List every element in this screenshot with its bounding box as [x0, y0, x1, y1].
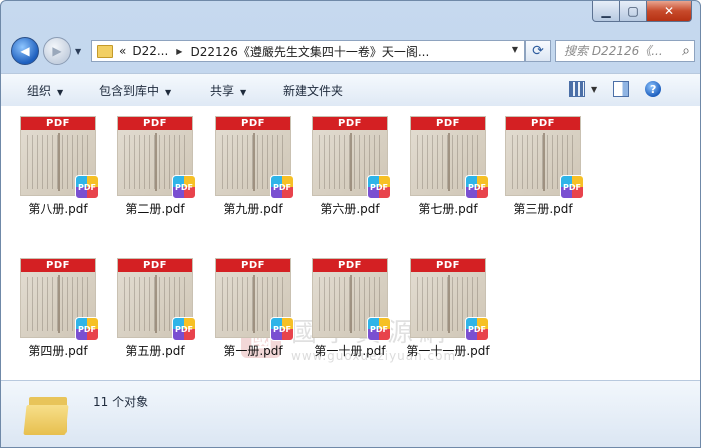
change-view-icon[interactable] — [569, 81, 585, 97]
minimize-button[interactable]: ▁ — [592, 1, 620, 22]
details-pane: 11 个对象 — [1, 380, 700, 447]
pdf-app-icon: PDF — [75, 317, 99, 341]
file-list[interactable]: 國 國學資源網 www.guoxueziyuan.com PDFPDF第八册.p… — [1, 106, 700, 380]
file-name: 第二册.pdf — [125, 202, 185, 216]
arrow-right-icon: ▶ — [52, 44, 62, 58]
pdf-thumbnail: PDF PDF — [117, 116, 196, 199]
dropdown-arrow-icon: ▼ — [57, 88, 64, 97]
folder-icon — [97, 44, 113, 58]
breadcrumb-parent[interactable]: D22... — [132, 44, 168, 58]
organize-menu[interactable]: 组织 ▼ — [27, 82, 63, 99]
file-name: 第一册.pdf — [223, 344, 283, 358]
file-name: 第一十一册.pdf — [406, 344, 490, 358]
include-in-library-menu[interactable]: 包含到库中 ▼ — [99, 82, 171, 99]
pdf-band: PDF — [118, 117, 192, 130]
file-name: 第五册.pdf — [125, 344, 185, 358]
search-icon[interactable]: ⌕ — [682, 41, 690, 61]
pdf-band: PDF — [21, 117, 95, 130]
file-name: 第三册.pdf — [513, 202, 573, 216]
pdf-app-icon: PDF — [560, 175, 584, 199]
pdf-app-icon: PDF — [172, 175, 196, 199]
folder-large-icon — [23, 393, 71, 437]
refresh-icon: ⟳ — [532, 43, 544, 59]
pdf-thumbnail: PDF PDF — [117, 258, 196, 341]
file-item[interactable]: PDF PDF 第八册.pdf — [11, 116, 105, 217]
address-bar[interactable]: « D22... ▶ D22126《遵嚴先生文集四十一卷》天一阁... ▼ — [91, 40, 525, 62]
pdf-band: PDF — [216, 117, 290, 130]
search-placeholder: 搜索 D22126《... — [564, 44, 663, 58]
explorer-window: ▁ ▢ ✕ ◀ ▶ ▼ « D22... ▶ D22126《遵嚴先生文集四十一卷… — [0, 0, 701, 448]
pdf-band: PDF — [21, 259, 95, 272]
pdf-band: PDF — [506, 117, 580, 130]
address-dropdown-icon[interactable]: ▼ — [512, 45, 518, 54]
pdf-app-icon: PDF — [465, 317, 489, 341]
pdf-thumbnail: PDF PDF — [215, 258, 294, 341]
pdf-thumbnail: PDF PDF — [312, 116, 391, 199]
file-item[interactable]: PDF PDF 第一十册.pdf — [303, 258, 397, 359]
pdf-app-icon: PDF — [367, 175, 391, 199]
close-button[interactable]: ✕ — [647, 1, 692, 22]
file-item[interactable]: PDF PDF 第七册.pdf — [401, 116, 495, 217]
pdf-band: PDF — [411, 259, 485, 272]
maximize-button[interactable]: ▢ — [620, 1, 647, 22]
chevron-right-icon[interactable]: ▶ — [176, 47, 182, 56]
pdf-band: PDF — [313, 259, 387, 272]
command-bar: 组织 ▼ 包含到库中 ▼ 共享 ▼ 新建文件夹 ▼ ? — [1, 73, 700, 107]
refresh-button[interactable]: ⟳ — [525, 40, 551, 62]
pdf-band: PDF — [216, 259, 290, 272]
pdf-thumbnail: PDF PDF — [215, 116, 294, 199]
file-item[interactable]: PDF PDF 第六册.pdf — [303, 116, 397, 217]
navigation-bar: ◀ ▶ ▼ « D22... ▶ D22126《遵嚴先生文集四十一卷》天一阁..… — [7, 35, 695, 67]
breadcrumb-current[interactable]: D22126《遵嚴先生文集四十一卷》天一阁... — [190, 43, 429, 60]
forward-button[interactable]: ▶ — [43, 37, 71, 65]
file-name: 第八册.pdf — [28, 202, 88, 216]
help-icon[interactable]: ? — [645, 81, 662, 97]
new-folder-button[interactable]: 新建文件夹 — [283, 82, 343, 99]
file-item[interactable]: PDF PDF 第二册.pdf — [108, 116, 202, 217]
pdf-thumbnail: PDF PDF — [410, 116, 489, 199]
file-item[interactable]: PDF PDF 第三册.pdf — [496, 116, 590, 217]
file-name: 第一十册.pdf — [314, 344, 386, 358]
caption-buttons: ▁ ▢ ✕ — [592, 1, 692, 22]
file-item[interactable]: PDF PDF 第四册.pdf — [11, 258, 105, 359]
recent-pages-dropdown[interactable]: ▼ — [75, 47, 81, 56]
dropdown-arrow-icon: ▼ — [240, 88, 247, 97]
pdf-app-icon: PDF — [270, 175, 294, 199]
arrow-left-icon: ◀ — [20, 44, 30, 58]
file-name: 第六册.pdf — [320, 202, 380, 216]
dropdown-arrow-icon: ▼ — [165, 88, 172, 97]
pdf-app-icon: PDF — [465, 175, 489, 199]
share-menu[interactable]: 共享 ▼ — [210, 82, 246, 99]
preview-pane-icon[interactable] — [613, 81, 630, 97]
pdf-thumbnail: PDF PDF — [410, 258, 489, 341]
file-name: 第九册.pdf — [223, 202, 283, 216]
pdf-band: PDF — [118, 259, 192, 272]
pdf-app-icon: PDF — [270, 317, 294, 341]
pdf-thumbnail: PDF PDF — [505, 116, 584, 199]
file-item[interactable]: PDF PDF 第一十一册.pdf — [401, 258, 495, 359]
file-name: 第七册.pdf — [418, 202, 478, 216]
file-item[interactable]: PDF PDF 第九册.pdf — [206, 116, 300, 217]
pdf-band: PDF — [411, 117, 485, 130]
pdf-app-icon: PDF — [75, 175, 99, 199]
item-count: 11 个对象 — [93, 395, 149, 409]
search-input[interactable]: 搜索 D22126《... ⌕ — [555, 40, 695, 62]
file-item[interactable]: PDF PDF 第一册.pdf — [206, 258, 300, 359]
view-controls: ▼ ? — [569, 81, 662, 97]
pdf-thumbnail: PDF PDF — [20, 116, 99, 199]
view-dropdown-icon[interactable]: ▼ — [591, 85, 597, 94]
file-name: 第四册.pdf — [28, 344, 88, 358]
file-item[interactable]: PDF PDF 第五册.pdf — [108, 258, 202, 359]
pdf-app-icon: PDF — [367, 317, 391, 341]
back-button[interactable]: ◀ — [11, 37, 39, 65]
pdf-band: PDF — [313, 117, 387, 130]
pdf-thumbnail: PDF PDF — [312, 258, 391, 341]
pdf-app-icon: PDF — [172, 317, 196, 341]
pdf-thumbnail: PDF PDF — [20, 258, 99, 341]
breadcrumb-overflow[interactable]: « — [119, 44, 126, 58]
